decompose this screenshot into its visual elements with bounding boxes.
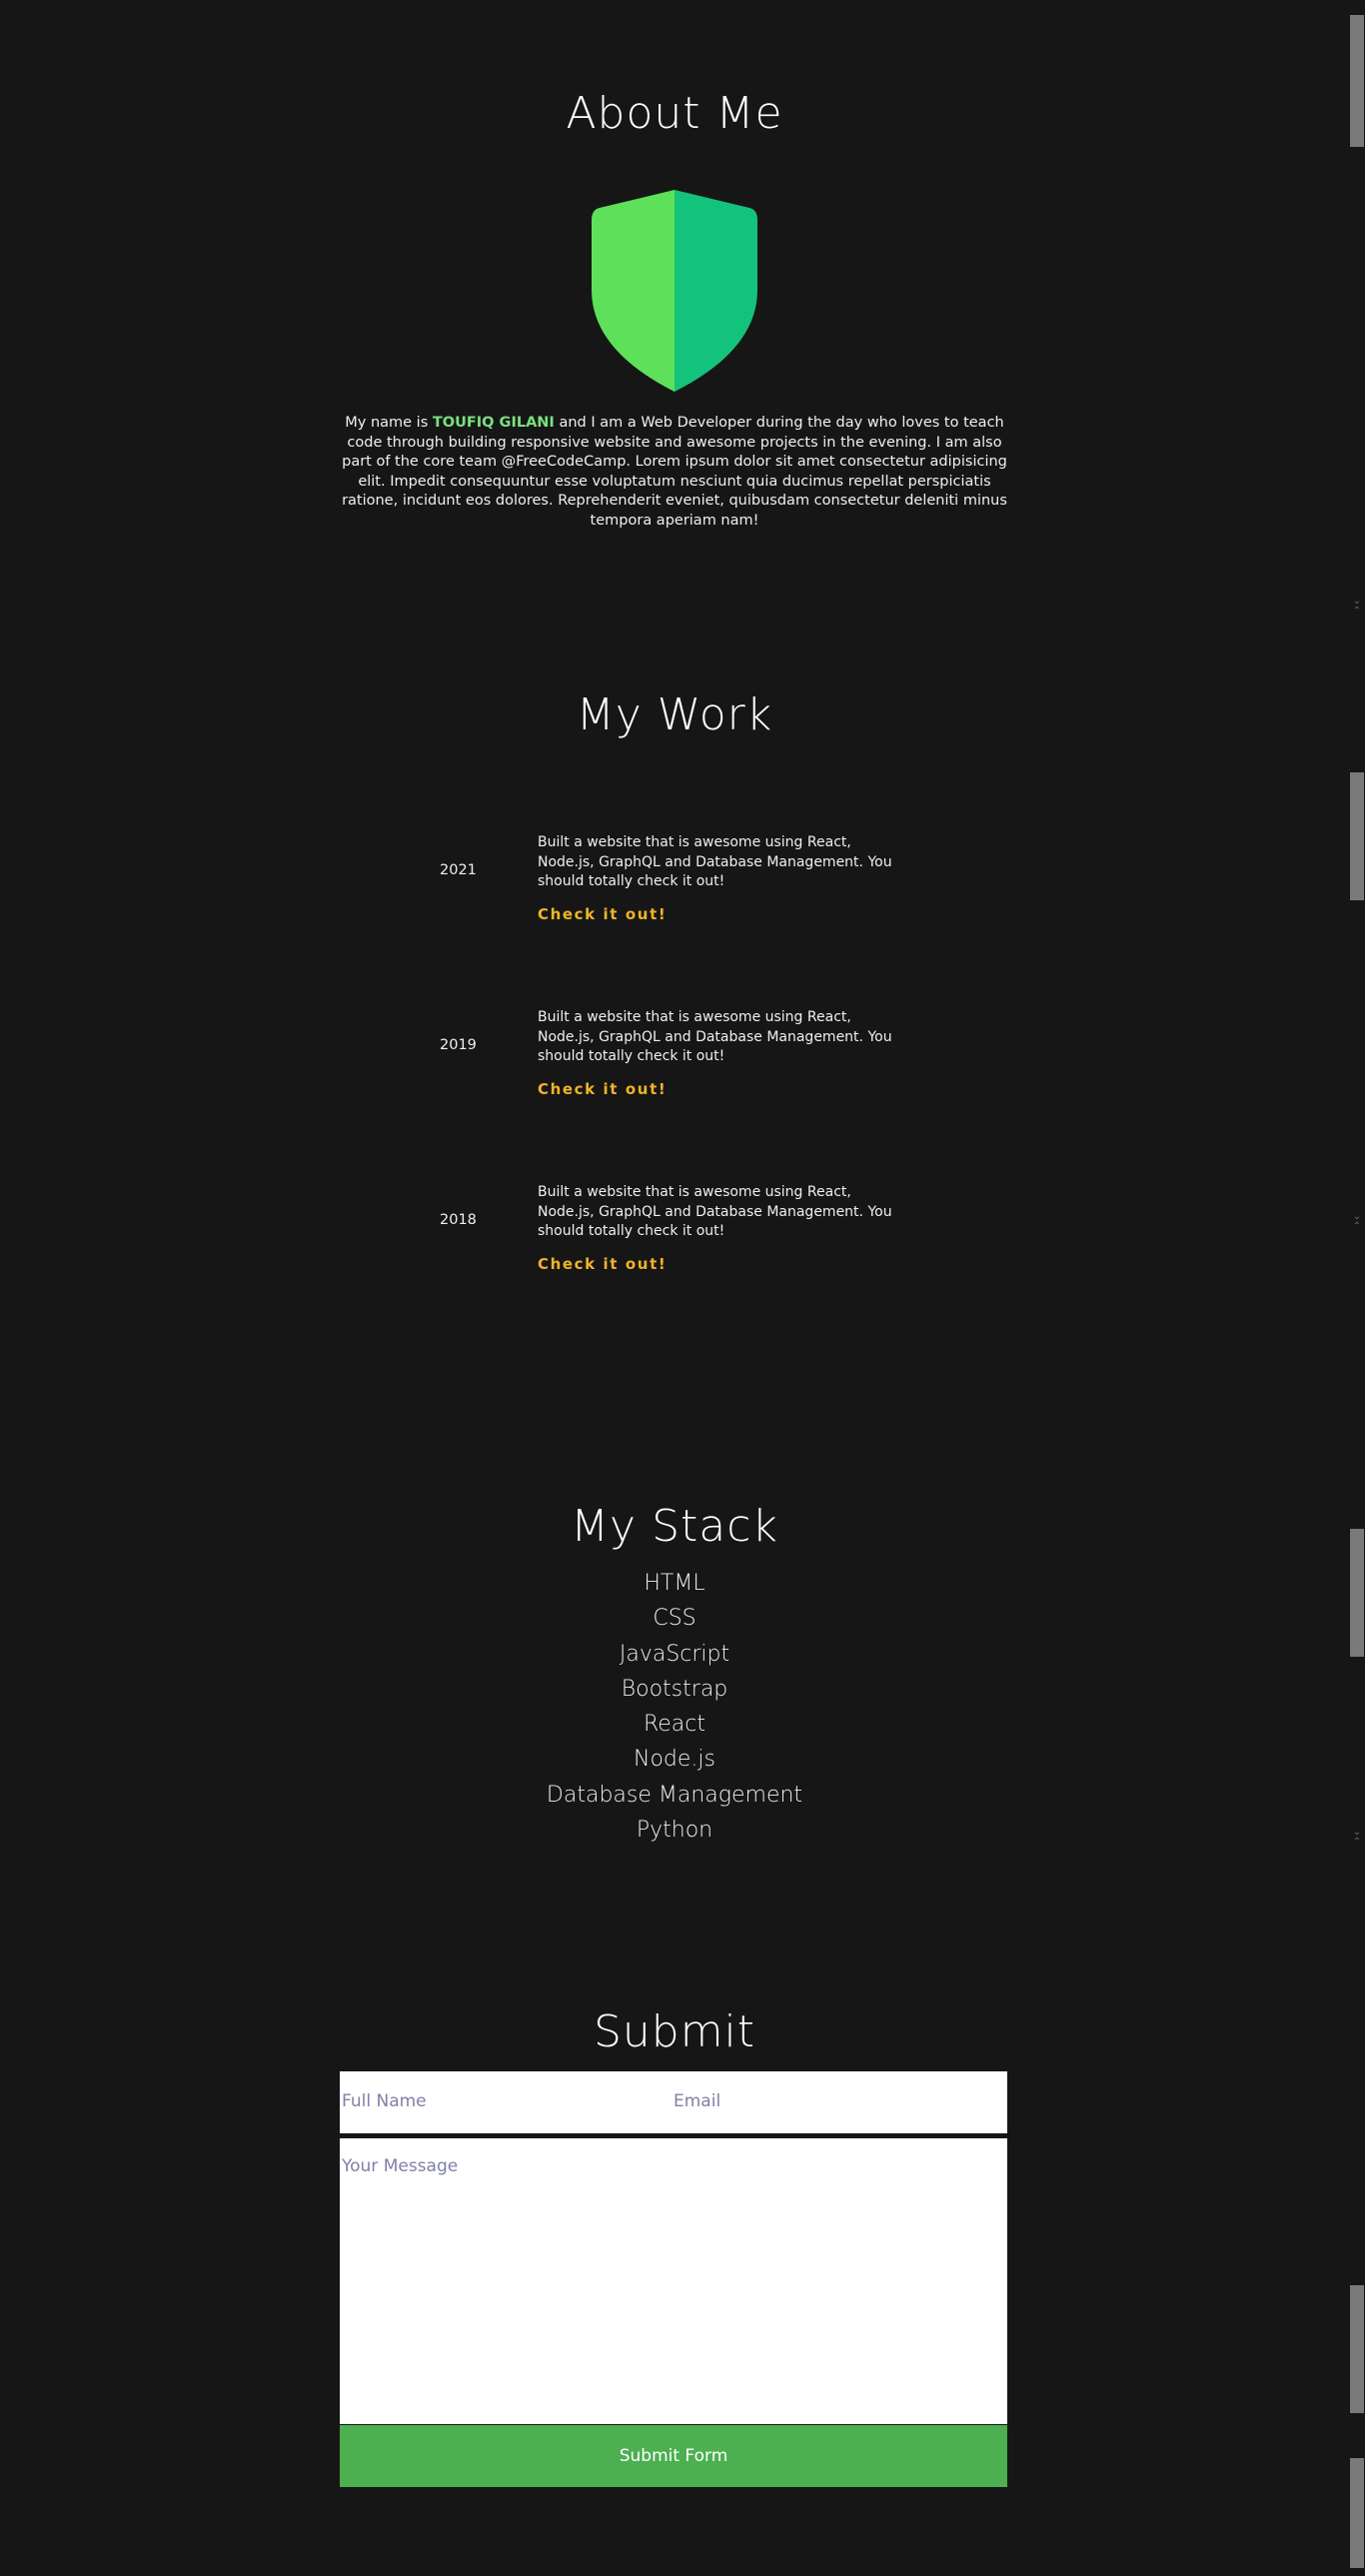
scrollbar-thumb[interactable]	[1350, 1529, 1364, 1657]
check-it-out-link[interactable]: Check it out!	[538, 905, 667, 923]
scroll-up-icon[interactable]: ⌃	[1349, 1837, 1365, 1849]
form-title: Submit	[593, 2006, 756, 2057]
work-item: 2021 Built a website that is awesome usi…	[0, 833, 1365, 953]
stack-item: React	[643, 1712, 706, 1738]
stack-item: Node.js	[634, 1747, 715, 1773]
message-textarea[interactable]	[340, 2138, 1007, 2424]
about-text-after: and I am a Web Developer during the day …	[342, 415, 1007, 529]
work-year: 2019	[440, 1037, 477, 1053]
work-description: Built a website that is awesome using Re…	[538, 834, 892, 889]
stack-item: Python	[636, 1818, 713, 1844]
email-input[interactable]	[672, 2071, 1005, 2131]
stack-item: JavaScript	[619, 1641, 730, 1667]
scrollbar-thumb[interactable]	[1350, 772, 1364, 900]
work-year: 2018	[440, 1212, 477, 1228]
scroll-up-icon[interactable]: ⌃	[1349, 1221, 1365, 1233]
scrollbar-thumb[interactable]	[1350, 2458, 1364, 2568]
work-year: 2021	[440, 862, 477, 878]
work-item: 2019 Built a website that is awesome usi…	[0, 1008, 1365, 1128]
about-title: About Me	[566, 88, 783, 139]
full-name-input[interactable]	[340, 2071, 670, 2131]
stack-list: HTML CSS JavaScript Bootstrap React Node…	[0, 1566, 1349, 1848]
check-it-out-link[interactable]: Check it out!	[538, 1080, 667, 1098]
page: About Me My name is TOUFIQ GILANI and I …	[0, 0, 1365, 2576]
scroll-up-icon[interactable]: ⌃	[1349, 606, 1365, 618]
about-name: TOUFIQ GILANI	[432, 415, 555, 431]
form-name-email-row	[340, 2071, 1007, 2133]
scrollbar-thumb[interactable]	[1350, 15, 1364, 147]
stack-item: HTML	[644, 1571, 705, 1596]
shield-icon	[592, 190, 757, 392]
work-item: 2018 Built a website that is awesome usi…	[0, 1183, 1365, 1303]
work-description: Built a website that is awesome using Re…	[538, 1184, 892, 1239]
work-title: My Work	[576, 689, 773, 740]
work-description: Built a website that is awesome using Re…	[538, 1009, 892, 1064]
scrollbar-thumb[interactable]	[1350, 2285, 1364, 2413]
stack-title: My Stack	[571, 1501, 778, 1552]
about-description: My name is TOUFIQ GILANI and I am a Web …	[340, 414, 1009, 532]
stack-item: Database Management	[546, 1782, 803, 1808]
submit-form-button[interactable]: Submit Form	[340, 2425, 1007, 2487]
about-text-before: My name is	[345, 415, 433, 431]
check-it-out-link[interactable]: Check it out!	[538, 1255, 667, 1273]
stack-item: CSS	[653, 1606, 696, 1632]
stack-item: Bootstrap	[621, 1676, 728, 1702]
